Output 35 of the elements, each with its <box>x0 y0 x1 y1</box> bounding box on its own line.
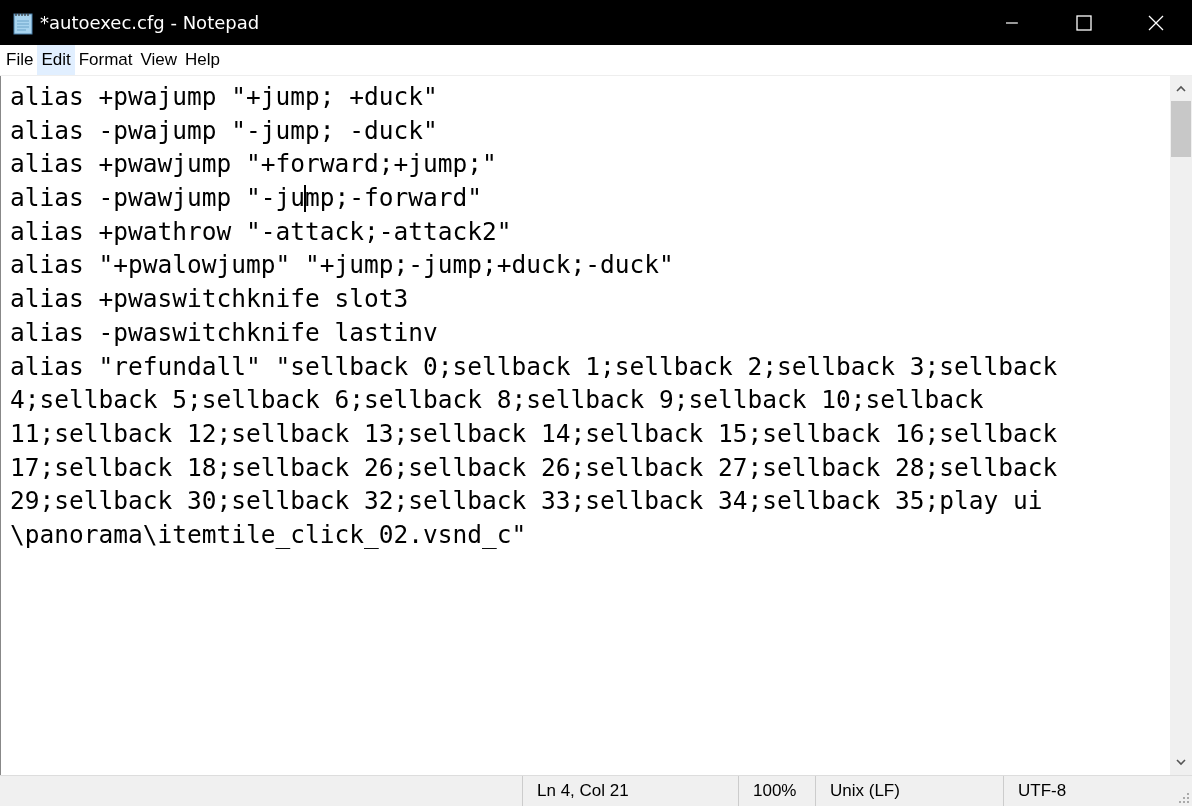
text-line: alias -pwaswitchknife lastinv <box>10 317 438 347</box>
text-line: 4;sellback 5;sellback 6;sellback 8;sellback 9;sellback 10;sellback <box>10 385 984 415</box>
menu-item[interactable]: File <box>2 45 38 75</box>
text-line: alias +pwajump "+jump; +duck" <box>10 82 438 111</box>
text-line: alias -pwawjump "-ju <box>10 183 305 213</box>
encoding: UTF-8 <box>1018 781 1067 801</box>
notepad-icon <box>12 10 34 35</box>
menu-item[interactable]: Help <box>181 45 225 75</box>
scroll-down-icon[interactable] <box>1176 759 1186 766</box>
menu-item[interactable]: View <box>136 45 182 75</box>
text-cursor <box>304 185 306 213</box>
text-line: alias "refundall" "sellback 0;sellback 1;sellback 2;sellback 3;sellback <box>10 351 1058 381</box>
text-line: alias "+pwalowjump" "+jump;-jump;+duck;-duck" <box>10 250 674 280</box>
scroll-thumb[interactable] <box>1171 101 1191 157</box>
text-line: alias +pwawjump "+forward;+jump;" <box>10 149 497 179</box>
vertical-scrollbar[interactable] <box>1170 76 1192 775</box>
scroll-up-icon[interactable] <box>1176 85 1186 92</box>
text-line: alias +pwathrow "-attack;-attack2" <box>10 216 512 246</box>
cursor-position: Ln 4, Col 21 <box>537 781 629 801</box>
zoom-level: 100% <box>753 781 797 801</box>
text-line: alias +pwaswitchknife slot3 <box>10 284 409 314</box>
window-title: *autoexec.cfg - Notepad <box>40 12 260 33</box>
text-line: alias -pwajump "-jump; -duck" <box>10 115 438 145</box>
resize-grip-icon[interactable] <box>1178 792 1190 804</box>
text-line: \panorama\itemtile_click_02.vsnd_c" <box>10 519 527 549</box>
line-ending: Unix (LF) <box>830 781 900 801</box>
text-line: mp;-forward" <box>305 183 483 213</box>
text-line: 17;sellback 18;sellback 26;sellback 26;sellback 27;sellback 28;sellback <box>10 452 1058 482</box>
maximize-icon <box>1076 14 1092 31</box>
menu-item[interactable]: Edit <box>37 45 75 75</box>
close-icon <box>1148 14 1164 31</box>
text-line: 11;sellback 12;sellback 13;sellback 14;sellback 15;sellback 16;sellback <box>10 418 1058 448</box>
menu-item[interactable]: Format <box>74 45 137 75</box>
text-line: 29;sellback 30;sellback 32;sellback 33;sellback 34;sellback 35;play ui <box>10 486 1043 516</box>
minimize-icon <box>1006 21 1018 24</box>
